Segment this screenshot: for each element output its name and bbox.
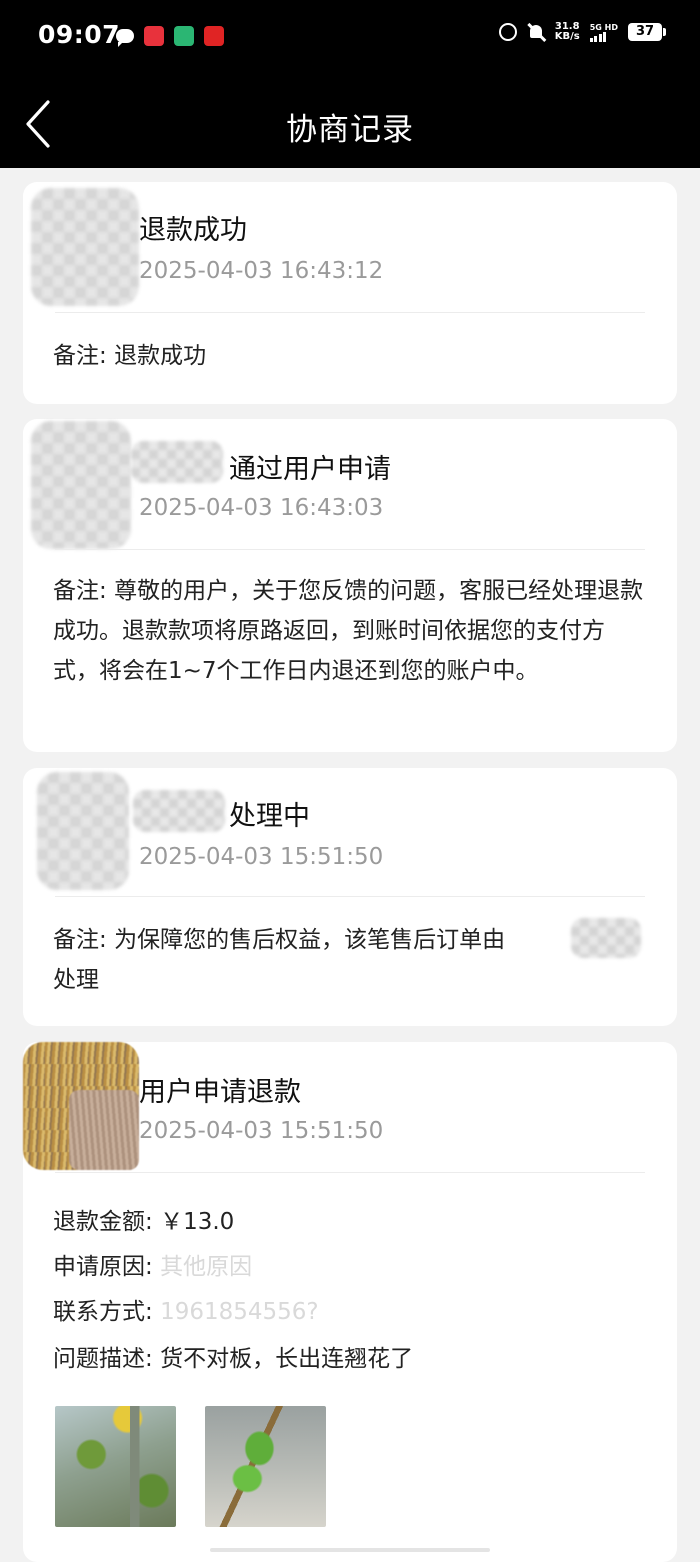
app-notification-icon <box>144 26 164 46</box>
divider <box>55 896 645 897</box>
record-card: 处理中 2025-04-03 15:51:50 备注: 为保障您的售后权益，该笔… <box>23 768 677 1026</box>
chat-bubble-icon <box>116 29 134 47</box>
avatar <box>37 772 129 890</box>
divider <box>55 549 645 550</box>
evidence-photo[interactable] <box>55 1406 176 1527</box>
network-speed: 31.8 KB/s <box>554 21 580 42</box>
nav-header: 协商记录 <box>0 80 700 168</box>
record-note: 备注: 退款成功 <box>53 343 207 369</box>
record-title: 通过用户申请 <box>229 454 391 485</box>
record-note: 备注: 为保障您的售后权益，该笔售后订单由 处理 <box>53 927 506 993</box>
avatar <box>23 1042 139 1170</box>
contact-row: 联系方式: 1961854556? <box>53 1299 319 1325</box>
avatar <box>31 421 131 549</box>
status-time: 09:07 <box>38 20 121 49</box>
record-card: 退款成功 2025-04-03 16:43:12 备注: 退款成功 <box>23 182 677 404</box>
record-time: 2025-04-03 15:51:50 <box>139 1118 384 1144</box>
scroll-indicator <box>210 1548 490 1552</box>
mute-bell-icon <box>527 23 545 41</box>
refund-reason-row: 申请原因: 其他原因 <box>53 1254 253 1280</box>
record-card: 通过用户申请 2025-04-03 16:43:03 备注: 尊敬的用户，关于您… <box>23 419 677 752</box>
alarm-icon <box>498 23 517 41</box>
record-title: 退款成功 <box>139 215 247 246</box>
avatar <box>31 188 139 306</box>
record-time: 2025-04-03 16:43:12 <box>139 258 384 284</box>
record-title: 处理中 <box>229 801 310 832</box>
problem-description-row: 问题描述: 货不对板，长出连翘花了 <box>53 1346 414 1372</box>
status-bar: 09:07 31.8 KB/s 5G HD 37 <box>0 0 700 80</box>
battery-icon: 37 <box>628 23 666 41</box>
notification-icons <box>116 26 224 47</box>
shopping-app-icon <box>204 26 224 46</box>
record-card: 用户申请退款 2025-04-03 15:51:50 退款金额: ￥13.0 申… <box>23 1042 677 1562</box>
message-app-icon <box>174 26 194 46</box>
redacted-name <box>131 441 223 483</box>
evidence-photo[interactable] <box>205 1406 326 1527</box>
record-note: 备注: 尊敬的用户，关于您反馈的问题，客服已经处理退款成功。退款款项将原路返回，… <box>53 578 644 684</box>
record-time: 2025-04-03 15:51:50 <box>139 844 384 870</box>
signal-icon: 5G HD <box>589 23 618 42</box>
record-title: 用户申请退款 <box>139 1077 301 1108</box>
redacted-text <box>571 918 641 958</box>
redacted-name <box>133 790 225 832</box>
refund-amount-row: 退款金额: ￥13.0 <box>53 1209 235 1235</box>
page-title: 协商记录 <box>286 112 414 148</box>
record-time: 2025-04-03 16:43:03 <box>139 495 384 521</box>
divider <box>55 1172 645 1173</box>
system-icons: 31.8 KB/s 5G HD 37 <box>498 21 666 42</box>
divider <box>55 312 645 313</box>
